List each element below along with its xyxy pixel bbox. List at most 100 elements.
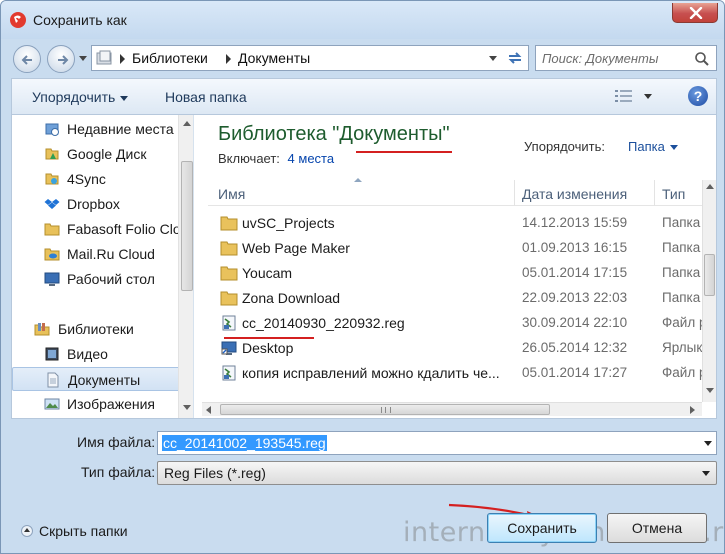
save-button[interactable]: Сохранить: [487, 513, 597, 543]
nav-item-mailru-cloud[interactable]: Mail.Ru Cloud: [12, 242, 180, 266]
column-divider[interactable]: [514, 180, 515, 206]
library-title: Библиотека "Документы": [218, 123, 450, 145]
scroll-grip-icon: [381, 407, 391, 413]
library-location-icon: [96, 50, 112, 65]
chevron-up-icon: [21, 525, 33, 537]
search-input[interactable]: [542, 49, 692, 67]
scroll-thumb[interactable]: [181, 161, 193, 291]
nav-item-fabasoft[interactable]: Fabasoft Folio Clo: [12, 217, 181, 241]
filetype-label: Тип файла:: [81, 464, 156, 480]
recent-places-icon: [45, 123, 59, 136]
scroll-thumb[interactable]: [704, 254, 715, 296]
breadcrumb-separator-icon: [226, 54, 231, 64]
nav-item-recent-places[interactable]: Недавние места: [12, 117, 180, 141]
column-header-name[interactable]: Имя: [218, 186, 245, 202]
new-folder-button[interactable]: Новая папка: [165, 89, 247, 105]
scroll-up-icon[interactable]: [183, 121, 191, 126]
file-type: Файл р: [662, 315, 702, 330]
file-row[interactable]: uvSC_Projects 14.12.2013 15:59 Папка: [208, 211, 702, 236]
file-type: Папка: [662, 215, 701, 230]
address-dropdown-button[interactable]: [484, 46, 502, 70]
nav-item-label: Библиотеки: [58, 321, 134, 337]
refresh-icon[interactable]: [506, 50, 524, 66]
filename-value[interactable]: cc_20141002_193545.reg: [162, 435, 327, 451]
file-list-horizontal-scrollbar[interactable]: [202, 402, 702, 416]
filetype-select[interactable]: Reg Files (*.reg): [157, 461, 717, 485]
nav-item-4sync[interactable]: 4Sync: [12, 167, 180, 191]
includes-label: Включает:: [218, 151, 280, 166]
back-button[interactable]: [13, 45, 41, 73]
column-header-date[interactable]: Дата изменения: [522, 186, 627, 202]
file-row[interactable]: Desktop 26.05.2014 12:32 Ярлык: [208, 336, 702, 361]
folder-icon: [220, 266, 238, 281]
nav-item-label: Недавние места: [67, 121, 174, 137]
file-row[interactable]: Zona Download 22.09.2013 22:03 Папка: [208, 286, 702, 311]
file-date: 14.12.2013 15:59: [522, 215, 628, 230]
forward-button[interactable]: [47, 45, 75, 73]
breadcrumb-separator-icon: [120, 54, 125, 64]
search-icon: [695, 52, 709, 66]
column-divider[interactable]: [654, 180, 655, 206]
views-icon[interactable]: [614, 88, 634, 104]
file-date: 05.01.2014 17:27: [522, 365, 628, 380]
video-library-icon: [45, 347, 59, 361]
nav-item-google-drive[interactable]: Google Диск: [12, 142, 180, 166]
breadcrumb-libraries[interactable]: Библиотеки: [132, 50, 208, 66]
file-list-vertical-scrollbar[interactable]: [702, 180, 716, 402]
history-dropdown-icon[interactable]: [79, 56, 87, 61]
file-name: копия исправлений можно кдалить че...: [242, 365, 500, 381]
organize-menu-button[interactable]: Упорядочить: [32, 89, 129, 105]
file-row[interactable]: Web Page Maker 01.09.2013 16:15 Папка: [208, 236, 702, 261]
file-row[interactable]: копия исправлений можно кдалить че... 05…: [208, 361, 702, 386]
scroll-left-icon[interactable]: [206, 406, 211, 414]
file-type: Папка: [662, 265, 701, 280]
views-dropdown-icon[interactable]: [644, 94, 652, 99]
file-name: cc_20140930_220932.reg: [242, 315, 405, 331]
nav-item-documents[interactable]: Документы: [12, 367, 180, 391]
file-list-header: Имя Дата изменения Тип: [208, 178, 702, 206]
file-date: 22.09.2013 22:03: [522, 290, 628, 305]
folder-icon: [44, 223, 60, 236]
scroll-down-icon[interactable]: [183, 405, 191, 410]
close-button[interactable]: [672, 3, 718, 23]
nav-item-label: Google Диск: [67, 146, 147, 162]
file-date: 01.09.2013 16:15: [522, 240, 628, 255]
column-header-type[interactable]: Тип: [662, 186, 685, 202]
scroll-up-icon[interactable]: [706, 184, 714, 189]
chevron-down-icon: [702, 471, 710, 476]
file-row[interactable]: cc_20140930_220932.reg 30.09.2014 22:10 …: [208, 311, 702, 336]
chevron-down-icon: [120, 95, 129, 101]
mailru-cloud-icon: [44, 248, 60, 261]
scroll-down-icon[interactable]: [706, 388, 714, 393]
nav-item-label: Dropbox: [67, 196, 120, 212]
nav-item-libraries[interactable]: Библиотеки: [12, 317, 180, 341]
chevron-down-icon[interactable]: [704, 441, 712, 446]
navigation-scrollbar[interactable]: [178, 115, 193, 418]
google-drive-icon: [45, 148, 59, 160]
breadcrumb-documents[interactable]: Документы: [238, 50, 310, 66]
nav-item-dropbox[interactable]: Dropbox: [12, 192, 180, 216]
help-icon[interactable]: ?: [688, 86, 708, 106]
file-type: Папка: [662, 290, 701, 305]
nav-item-video[interactable]: Видео: [12, 342, 180, 366]
desktop-icon: [44, 272, 60, 286]
nav-item-pictures[interactable]: Изображения: [12, 392, 180, 416]
filename-field[interactable]: cc_20141002_193545.reg: [157, 431, 717, 455]
search-box[interactable]: [535, 45, 717, 71]
app-icon: [10, 12, 26, 28]
hide-folders-label: Скрыть папки: [39, 523, 128, 539]
4sync-icon: [45, 173, 59, 185]
nav-item-desktop[interactable]: Рабочий стол: [12, 267, 180, 291]
content-area: Недавние места Google Диск 4Sync Dropbox…: [11, 114, 717, 419]
includes-locations-link[interactable]: 4 места: [288, 151, 335, 166]
file-row[interactable]: Youcam 05.01.2014 17:15 Папка: [208, 261, 702, 286]
address-bar[interactable]: Библиотеки Документы: [91, 45, 529, 71]
scroll-thumb[interactable]: [220, 404, 550, 415]
cancel-button[interactable]: Отмена: [607, 513, 707, 543]
arrange-by-dropdown[interactable]: Папка: [628, 139, 678, 154]
file-name: Youcam: [242, 265, 293, 281]
file-name: Desktop: [242, 340, 294, 356]
scroll-right-icon[interactable]: [690, 406, 695, 414]
hide-folders-toggle[interactable]: Скрыть папки: [21, 523, 128, 539]
chevron-down-icon: [669, 145, 678, 151]
